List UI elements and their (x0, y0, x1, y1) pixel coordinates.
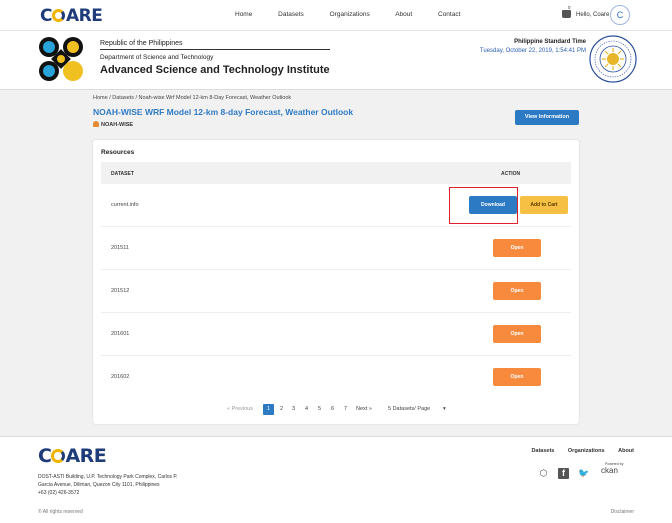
view-information-button[interactable]: View Information (515, 110, 579, 125)
footer: C ARE DOST-ASTI Building, U.P. Technology… (0, 436, 672, 523)
ckan-wordmark: ckan (601, 466, 618, 475)
open-button[interactable]: Open (493, 325, 541, 343)
address-line: DOST-ASTI Building, U.P. Technology Park… (38, 474, 178, 480)
column-action: ACTION (501, 171, 521, 177)
cart-count-badge: 0 (568, 5, 571, 10)
table-row: 201601 Open (101, 313, 571, 356)
footer-link-datasets[interactable]: Datasets (531, 448, 554, 454)
organization-label[interactable]: NOAH-WISE (93, 121, 133, 128)
pagination-next[interactable]: Next » (356, 406, 372, 412)
phone-number: +63 (02) 426-3572 (38, 490, 80, 496)
table-row: 201602 Open (101, 356, 571, 399)
page-2[interactable]: 2 (280, 406, 283, 412)
twitter-icon[interactable]: 🐦 (578, 468, 589, 479)
logo-o-icon (52, 9, 66, 22)
avatar[interactable]: C (610, 5, 630, 25)
address-line: Garcia Avenue, Diliman, Quezon City 1101… (38, 482, 160, 488)
footer-logo-o-icon (51, 449, 66, 463)
add-to-cart-button[interactable]: Add to Cart (520, 196, 568, 214)
nav-about[interactable]: About (395, 11, 412, 18)
page-4[interactable]: 4 (305, 406, 308, 412)
standard-time-label: Philippine Standard Time (514, 39, 586, 45)
footer-link-about[interactable]: About (618, 448, 634, 454)
powered-by-icon[interactable]: Powered by ckan (601, 462, 623, 475)
nav-organizations[interactable]: Organizations (330, 11, 370, 18)
resource-name: current.info (111, 202, 139, 208)
user-greeting[interactable]: Hello, Coare (576, 12, 609, 18)
table-row: 201511 Open (101, 227, 571, 270)
resources-card: Resources DATASET ACTION current.info Do… (93, 140, 579, 424)
footer-logo-letter-c: C (38, 445, 52, 467)
organization-icon (93, 121, 99, 127)
organization-name: NOAH-WISE (101, 122, 134, 128)
resource-name: 201512 (111, 288, 130, 294)
pagination-previous[interactable]: « Previous (227, 406, 253, 412)
cart-icon[interactable] (562, 10, 571, 18)
dost-seal-icon (589, 35, 637, 83)
open-button[interactable]: Open (493, 282, 541, 300)
page-3[interactable]: 3 (292, 406, 295, 412)
resource-name: 201511 (111, 245, 129, 251)
top-navbar: C ARE Home Datasets Organizations About C… (0, 0, 672, 31)
table-row: 201512 Open (101, 270, 571, 313)
ckan-icon[interactable]: ⬡ (538, 468, 549, 479)
download-highlight-box (449, 187, 518, 224)
header-divider (100, 49, 330, 50)
per-page-select[interactable]: 5 Datasets/ Page (388, 406, 430, 412)
footer-coare-logo[interactable]: C ARE (38, 445, 107, 467)
institute-name: Advanced Science and Technology Institut… (100, 64, 330, 76)
nav-home[interactable]: Home (235, 11, 252, 18)
footer-address: DOST-ASTI Building, U.P. Technology Park… (38, 473, 178, 497)
page-1[interactable]: 1 (263, 404, 274, 415)
pagination: « Previous 1 2 3 4 5 6 7 Next » 5 Datase… (93, 404, 579, 416)
column-dataset: DATASET (111, 171, 134, 177)
main-nav: Home Datasets Organizations About Contac… (235, 11, 484, 18)
facebook-icon[interactable]: f (558, 468, 569, 479)
footer-logo-letters-are: ARE (65, 445, 107, 467)
resources-table-header: DATASET ACTION (101, 162, 571, 184)
open-button[interactable]: Open (493, 239, 541, 257)
dataset-title: NOAH-WISE WRF Model 12-km 8-day Forecast… (93, 107, 354, 117)
per-page-caret[interactable]: ▾ (443, 406, 446, 412)
footer-link-organizations[interactable]: Organizations (568, 448, 605, 454)
logo-letters-are: ARE (65, 6, 103, 26)
resource-name: 201602 (111, 374, 130, 380)
government-name: Republic of the Philippines (100, 40, 183, 47)
breadcrumb[interactable]: Home / Datasets / Noah-wise Wrf Model 12… (93, 95, 291, 101)
coare-logo[interactable]: C ARE (40, 6, 103, 26)
page-6[interactable]: 6 (331, 406, 334, 412)
nav-contact[interactable]: Contact (438, 11, 460, 18)
logo-letter-c: C (40, 6, 52, 26)
resource-name: 201601 (111, 331, 130, 337)
asti-emblem-icon (39, 37, 83, 81)
powered-by-label: Powered by (605, 462, 624, 466)
copyright: © All rights reserved (38, 509, 83, 515)
agency-header: Republic of the Philippines Department o… (0, 31, 672, 90)
resources-title: Resources (101, 149, 135, 156)
page-5[interactable]: 5 (318, 406, 321, 412)
footer-links: Datasets Organizations About (519, 448, 634, 454)
standard-time-value: Tuesday, October 22, 2019, 1:54:41 PM (479, 48, 586, 54)
disclaimer-link[interactable]: Disclaimer (611, 509, 634, 515)
page-7[interactable]: 7 (344, 406, 347, 412)
department-name: Department of Science and Technology (100, 54, 214, 61)
open-button[interactable]: Open (493, 368, 541, 386)
nav-datasets[interactable]: Datasets (278, 11, 304, 18)
